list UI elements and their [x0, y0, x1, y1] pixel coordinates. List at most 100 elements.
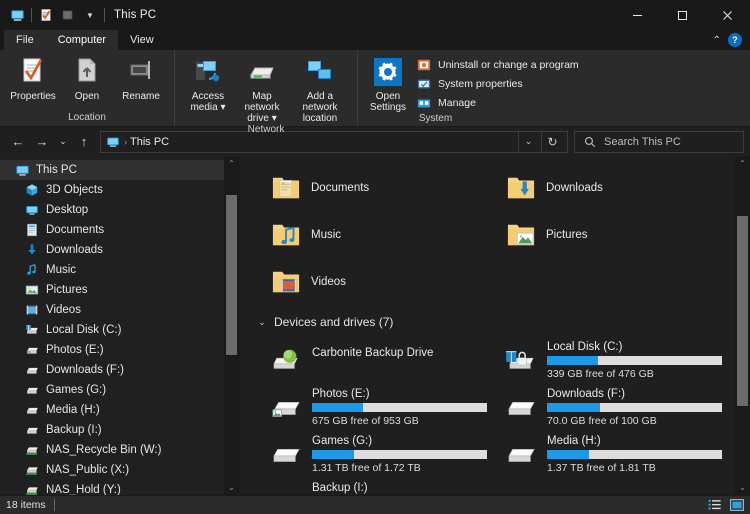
scrollbar-thumb[interactable]: [226, 195, 237, 355]
collapse-ribbon-icon[interactable]: ⌃: [713, 35, 721, 46]
access-media-button[interactable]: Access media ▾: [181, 53, 235, 113]
sidebar-item-this-pc[interactable]: This PC: [0, 160, 239, 180]
address-dropdown-button[interactable]: ⌄: [518, 131, 538, 152]
drive-item-carbonite-backup[interactable]: Carbonite Backup Drive: [254, 335, 489, 382]
minimize-button[interactable]: [615, 0, 660, 30]
sidebar-item-local-disk-c[interactable]: Local Disk (C:): [0, 320, 239, 340]
sidebar-item-nas-public-x[interactable]: NAS_Public (X:): [0, 460, 239, 480]
add-network-location-button[interactable]: Add a network location: [289, 53, 351, 124]
sidebar-item-nas-recycle-bin-w[interactable]: NAS_Recycle Bin (W:): [0, 440, 239, 460]
sidebar-item-media-h[interactable]: Media (H:): [0, 400, 239, 420]
scroll-down-button[interactable]: ⌄: [735, 480, 750, 495]
sidebar-item-photos-e[interactable]: Photos (E:): [0, 340, 239, 360]
ribbon-tab-strip: File Computer View ⌃ ?: [0, 30, 750, 50]
sidebar-item-3d-objects[interactable]: 3D Objects: [0, 180, 239, 200]
breadcrumb[interactable]: This PC: [130, 136, 169, 148]
sidebar-item-label: Local Disk (C:): [46, 324, 122, 336]
this-pc-icon[interactable]: [6, 4, 28, 26]
drive-icon: [270, 486, 304, 495]
sidebar-item-music[interactable]: Music: [0, 260, 239, 280]
drive-item-local-disk-c[interactable]: Local Disk (C:) 339 GB free of 476 GB: [489, 335, 724, 382]
chevron-down-icon[interactable]: ▼: [79, 4, 101, 26]
videos-icon: [24, 302, 40, 318]
title-bar: ▼ This PC: [0, 0, 750, 30]
drive-info: Backup (I:) 763 GB free of 931 GB: [312, 480, 489, 495]
drive-free-space: 339 GB free of 476 GB: [547, 368, 654, 380]
ribbon-group-label-location: Location: [68, 112, 106, 123]
drive-item-backup-i[interactable]: Backup (I:) 763 GB free of 931 GB: [254, 476, 489, 495]
map-network-drive-button[interactable]: Map network drive ▾: [235, 53, 289, 124]
folder-icon[interactable]: [57, 4, 79, 26]
properties-icon[interactable]: [35, 4, 57, 26]
quick-access-toolbar: ▼: [6, 4, 108, 26]
sidebar-item-downloads-f[interactable]: Downloads (F:): [0, 360, 239, 380]
search-icon: [582, 134, 598, 150]
folder-item-downloads[interactable]: Downloads: [489, 164, 724, 211]
sidebar-item-pictures[interactable]: Pictures: [0, 280, 239, 300]
rename-label: Rename: [122, 91, 160, 102]
folder-item-music[interactable]: Music: [254, 211, 489, 258]
devices-and-drives-group-header[interactable]: ⌄ Devices and drives (7): [256, 311, 735, 333]
refresh-button[interactable]: ↻: [541, 131, 563, 152]
drive-item-media-h[interactable]: Media (H:) 1.37 TB free of 1.81 TB: [489, 429, 724, 476]
open-button[interactable]: Open: [60, 53, 114, 102]
up-button[interactable]: ↑: [72, 130, 96, 154]
sidebar-item-videos[interactable]: Videos: [0, 300, 239, 320]
details-view-icon[interactable]: [707, 498, 723, 512]
window-title: This PC: [114, 9, 157, 21]
folder-item-documents[interactable]: Documents: [254, 164, 489, 211]
drive-name: Games (G:): [312, 435, 373, 447]
forward-button[interactable]: →: [30, 130, 54, 154]
scrollbar-thumb[interactable]: [737, 216, 748, 406]
close-button[interactable]: [705, 0, 750, 30]
scroll-up-button[interactable]: ⌃: [224, 156, 239, 171]
properties-button[interactable]: Properties: [6, 53, 60, 102]
rename-button[interactable]: Rename: [114, 53, 168, 102]
drive-item-games-g[interactable]: Games (G:) 1.31 TB free of 1.72 TB: [254, 429, 489, 476]
drive-item-downloads-f[interactable]: Downloads (F:) 70.0 GB free of 100 GB: [489, 382, 724, 429]
open-settings-button[interactable]: Open Settings: [364, 53, 412, 113]
drive-free-space: 1.37 TB free of 1.81 TB: [547, 462, 656, 474]
folder-pictures-icon: [505, 219, 537, 251]
search-box[interactable]: Search This PC: [574, 130, 744, 153]
uninstall-or-change-program-button[interactable]: Uninstall or change a program: [416, 57, 579, 73]
drive-icon: [505, 439, 539, 471]
large-icons-view-icon[interactable]: [729, 498, 745, 512]
folder-downloads-icon: [505, 172, 537, 204]
sidebar-item-nas-hold-y[interactable]: NAS_Hold (Y:): [0, 480, 239, 495]
file-list-scrollbar[interactable]: ⌃ ⌄: [735, 156, 750, 495]
drive-info: Carbonite Backup Drive: [312, 339, 489, 359]
maximize-button[interactable]: [660, 0, 705, 30]
back-button[interactable]: ←: [6, 130, 30, 154]
scrollbar-track[interactable]: [224, 171, 239, 480]
drive-name: Media (H:): [547, 435, 601, 447]
drive-item-photos-e[interactable]: Photos (E:) 675 GB free of 953 GB: [254, 382, 489, 429]
tab-view[interactable]: View: [118, 30, 166, 50]
help-button[interactable]: ?: [728, 33, 742, 47]
sidebar-item-desktop[interactable]: Desktop: [0, 200, 239, 220]
folder-item-videos[interactable]: Videos: [254, 258, 489, 305]
recent-locations-button[interactable]: ⌄: [54, 130, 72, 154]
ribbon-group-label-system: System: [418, 113, 453, 124]
navigation-tree: This PC 3D Objects Desktop Documents Dow…: [0, 156, 239, 495]
scrollbar-track[interactable]: [735, 171, 750, 480]
tab-file[interactable]: File: [4, 30, 46, 50]
system-properties-label: System properties: [438, 78, 523, 90]
tab-computer[interactable]: Computer: [45, 30, 119, 50]
sidebar-item-games-g[interactable]: Games (G:): [0, 380, 239, 400]
settings-gear-icon: [373, 56, 403, 88]
system-properties-button[interactable]: System properties: [416, 76, 579, 92]
chevron-down-icon[interactable]: ⌄: [256, 317, 268, 328]
sidebar-item-downloads[interactable]: Downloads: [0, 240, 239, 260]
folder-item-pictures[interactable]: Pictures: [489, 211, 724, 258]
scroll-down-button[interactable]: ⌄: [224, 480, 239, 495]
view-mode-buttons: [707, 498, 745, 512]
local-disk-icon: [24, 322, 40, 338]
manage-button[interactable]: Manage: [416, 95, 579, 111]
3d-objects-icon: [24, 182, 40, 198]
sidebar-item-documents[interactable]: Documents: [0, 220, 239, 240]
scroll-up-button[interactable]: ⌃: [735, 156, 750, 171]
navigation-pane-scrollbar[interactable]: ⌃ ⌄: [224, 156, 239, 495]
search-input[interactable]: Search This PC: [604, 136, 681, 148]
sidebar-item-backup-i[interactable]: Backup (I:): [0, 420, 239, 440]
